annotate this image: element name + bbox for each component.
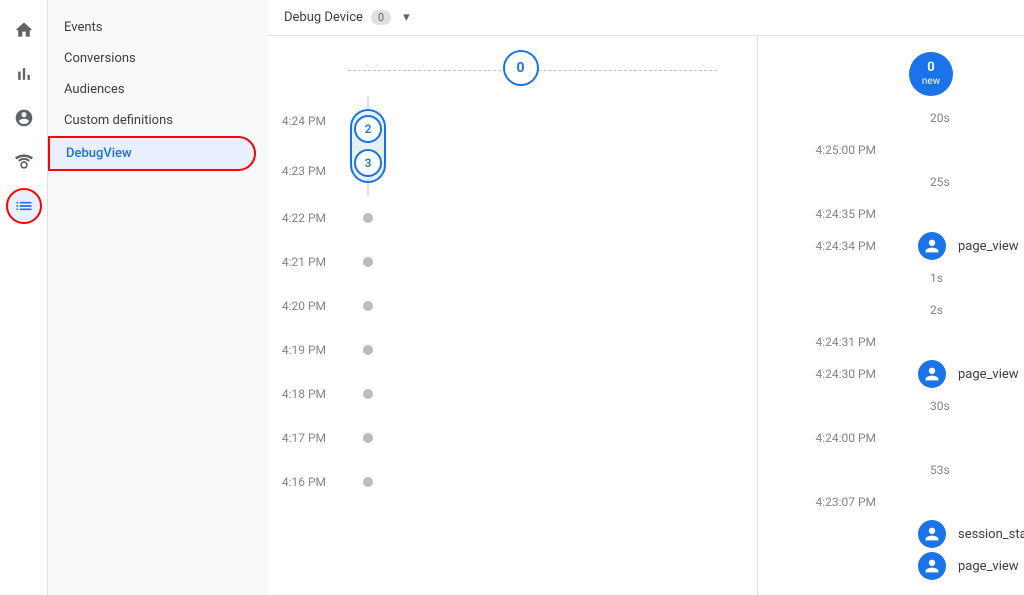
timeline-row: 4:17 PM <box>268 416 757 460</box>
time-42431: 4:24:31 PM <box>778 335 888 349</box>
detail-row-425: 4:25:00 PM <box>778 134 1024 166</box>
time-424: 4:24 PM <box>268 114 326 128</box>
panels: 0 4:24 PM 4:23 PM 2 3 <box>268 36 1024 595</box>
person-icon-2 <box>918 360 946 388</box>
person-icon-3 <box>918 520 946 548</box>
detail-row-42307: 4:23:07 PM <box>778 486 1024 518</box>
timeline-center <box>338 257 398 267</box>
text-nav: Events Conversions Audiences Custom defi… <box>48 0 268 595</box>
dot-node <box>363 345 373 355</box>
gap-25s: 25s <box>930 175 950 189</box>
debug-device-label: Debug Device <box>284 10 363 25</box>
debug-dropdown-icon[interactable]: ▾ <box>403 10 410 25</box>
time-label-group: 4:24 PM 4:23 PM <box>268 96 338 196</box>
gap-53s: 53s <box>930 463 950 477</box>
timeline-center <box>338 301 398 311</box>
gap-2s: 2s <box>930 303 943 317</box>
time-42434: 4:24:34 PM <box>778 239 888 253</box>
dot-node <box>363 477 373 487</box>
detail-gap-53s: 53s <box>778 454 1024 486</box>
timeline-row: 4:20 PM <box>268 284 757 328</box>
event-bubble-3[interactable]: 3 <box>354 149 382 177</box>
time-label: 4:20 PM <box>268 299 338 313</box>
dot-node <box>363 389 373 399</box>
event-bubble-2[interactable]: 2 <box>354 115 382 143</box>
time-label: 4:18 PM <box>268 387 338 401</box>
gap-20s: 20s <box>930 111 950 125</box>
time-label: 4:17 PM <box>268 431 338 445</box>
dot-node <box>363 257 373 267</box>
detail-row-4240: 4:24:00 PM <box>778 422 1024 454</box>
time-label: 4:16 PM <box>268 475 338 489</box>
person-icon-1 <box>918 232 946 260</box>
nav-custom-definitions[interactable]: Custom definitions <box>48 105 256 136</box>
dot-node <box>363 301 373 311</box>
badge-circle: 0 new <box>909 52 953 96</box>
detail-row-42434: 4:24:34 PM page_view <box>778 230 1024 262</box>
timeline-center <box>338 433 398 443</box>
detail-gap-30s: 30s <box>778 390 1024 422</box>
time-label: 4:21 PM <box>268 255 338 269</box>
event-label-session-start: session_start <box>958 527 1024 542</box>
detail-row-session-start: session_start <box>778 518 1024 550</box>
timeline-row: 4:18 PM <box>268 372 757 416</box>
time-425: 4:25:00 PM <box>778 143 888 157</box>
detail-gap-1s: 1s <box>778 262 1024 294</box>
timeline-row: 4:21 PM <box>268 240 757 284</box>
gap-1s: 1s <box>930 271 943 285</box>
event-label-page-view-last: page_view <box>958 559 1019 574</box>
event-label-page-view-2: page_view <box>958 367 1019 382</box>
face-icon[interactable] <box>6 100 42 136</box>
event-label-page-view-1: page_view <box>958 239 1019 254</box>
time-42435: 4:24:35 PM <box>778 207 888 221</box>
timeline-center <box>338 213 398 223</box>
detail-timeline: 0 new 20s 4:25:00 PM <box>758 52 1024 582</box>
detail-gap-2s: 2s <box>778 294 1024 326</box>
person-icon-4 <box>918 552 946 580</box>
badge-count: 0 <box>927 61 934 75</box>
nav-audiences[interactable]: Audiences <box>48 74 256 105</box>
timeline-center <box>338 389 398 399</box>
badge-sub: new <box>922 76 940 87</box>
detail-panel[interactable]: 0 new 20s 4:25:00 PM <box>758 36 1024 595</box>
list-icon[interactable] <box>6 188 42 224</box>
timeline-panel: 0 4:24 PM 4:23 PM 2 3 <box>268 36 758 595</box>
gap-30s: 30s <box>930 399 950 413</box>
time-423: 4:23 PM <box>268 164 326 178</box>
time-42307: 4:23:07 PM <box>778 495 888 509</box>
timeline-row: 4:16 PM <box>268 460 757 504</box>
time-label: 4:19 PM <box>268 343 338 357</box>
timeline-center <box>338 345 398 355</box>
timeline-row: 4:22 PM <box>268 196 757 240</box>
top-zero-bubble: 0 <box>503 50 539 86</box>
timeline-center <box>338 477 398 487</box>
detail-gap-25s: 25s <box>778 166 1024 198</box>
dot-node <box>363 433 373 443</box>
nav-events[interactable]: Events <box>48 12 256 43</box>
detail-gap-20s: 20s <box>778 102 1024 134</box>
detail-row-42431: 4:24:31 PM <box>778 326 1024 358</box>
antenna-icon[interactable] <box>6 144 42 180</box>
top-badge: 0 new <box>838 52 1024 96</box>
debug-header: Debug Device 0 ▾ <box>268 0 1024 36</box>
bar-chart-icon[interactable] <box>6 56 42 92</box>
timeline-row: 4:19 PM <box>268 328 757 372</box>
time-label: 4:22 PM <box>268 211 338 225</box>
detail-row-page-view-last: page_view <box>778 550 1024 582</box>
debug-device-count: 0 <box>371 10 391 25</box>
icon-sidebar <box>0 0 48 595</box>
timeline-scroll[interactable]: 4:24 PM 4:23 PM 2 3 4:22 PM <box>268 96 757 595</box>
home-icon[interactable] <box>6 12 42 48</box>
main-content: Debug Device 0 ▾ 0 4:24 PM 4:23 PM <box>268 0 1024 595</box>
detail-row-42430: 4:24:30 PM page_view <box>778 358 1024 390</box>
dot-node <box>363 213 373 223</box>
time-4240: 4:24:00 PM <box>778 431 888 445</box>
nav-conversions[interactable]: Conversions <box>48 43 256 74</box>
nav-debugview[interactable]: DebugView <box>48 136 256 171</box>
time-42430: 4:24:30 PM <box>778 367 888 381</box>
detail-row-42435: 4:24:35 PM <box>778 198 1024 230</box>
